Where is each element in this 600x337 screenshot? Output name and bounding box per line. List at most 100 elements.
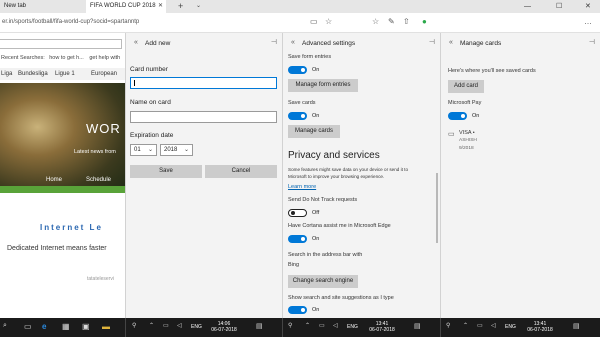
recent-label: Recent Searches:: [1, 55, 45, 61]
people-icon[interactable]: ⚲: [446, 322, 450, 329]
people-icon[interactable]: ⚲: [288, 322, 292, 329]
save-button[interactable]: Save: [130, 165, 202, 178]
task-view-icon[interactable]: ▭: [24, 322, 32, 331]
add-new-pane: « Add new ⊣ Card number Name on card Exp…: [125, 33, 282, 318]
cancel-button[interactable]: Cancel: [205, 165, 277, 178]
toggle-state: On: [312, 236, 320, 242]
hero-subtitle: Latest news from: [74, 149, 116, 155]
microsoft-pay-toggle[interactable]: [448, 112, 467, 120]
ad-source[interactable]: tatateleservi: [87, 276, 114, 282]
change-search-engine-button[interactable]: Change search engine: [288, 275, 358, 288]
chevron-down-icon: ⌄: [183, 147, 189, 153]
save-cards-label: Save cards: [288, 100, 316, 106]
clock-date: 06-07-2018: [369, 327, 395, 333]
more-menu-icon[interactable]: …: [584, 17, 592, 26]
close-tab-icon[interactable]: ✕: [158, 0, 163, 13]
language-indicator[interactable]: ENG: [347, 324, 358, 330]
address-bar: er.in/sports/football/fifa-world-cup?soc…: [0, 13, 600, 33]
people-icon[interactable]: ⚲: [132, 322, 136, 329]
recent-item[interactable]: how to get h...: [49, 55, 84, 61]
search-suggestions-label: Show search and site suggestions as I ty…: [288, 295, 394, 301]
tray-expand-icon[interactable]: ⌃: [149, 322, 154, 329]
action-center-icon[interactable]: ▤: [573, 322, 580, 330]
pane-title: Advanced settings: [302, 40, 356, 47]
clock[interactable]: 14:06 06-07-2018: [208, 321, 240, 333]
recent-item[interactable]: get help with: [89, 55, 120, 61]
clock-date: 06-07-2018: [211, 327, 237, 333]
tab-new-tab[interactable]: New tab: [0, 0, 85, 13]
name-on-card-field[interactable]: [130, 111, 277, 123]
toggle-state: On: [312, 307, 320, 313]
favorite-star-icon[interactable]: ☆: [325, 17, 332, 26]
add-card-button[interactable]: Add card: [448, 80, 484, 93]
search-icon[interactable]: ⌕: [3, 322, 7, 330]
action-center-icon[interactable]: ▤: [414, 322, 421, 330]
tray-expand-icon[interactable]: ⌃: [305, 322, 310, 329]
tab-bar: New tab FIFA WORLD CUP 2018 ✕ + ⌄ — ☐ ✕: [0, 0, 600, 13]
network-icon[interactable]: ▭: [477, 322, 483, 329]
save-cards-toggle[interactable]: [288, 112, 307, 120]
learn-more-link[interactable]: Learn more: [288, 184, 316, 190]
search-suggestions-toggle[interactable]: [288, 306, 307, 314]
site-search-input[interactable]: [0, 39, 122, 49]
tray-expand-icon[interactable]: ⌃: [463, 322, 468, 329]
recent-searches: Recent Searches: how to get h... get hel…: [1, 55, 120, 61]
tab-fifa-world-cup[interactable]: FIFA WORLD CUP 2018 ✕: [86, 0, 166, 13]
tab-title: New tab: [4, 3, 27, 9]
back-arrow-icon[interactable]: «: [449, 39, 453, 46]
store-icon[interactable]: ▦: [62, 322, 70, 331]
favorites-hub-icon[interactable]: ☆: [372, 17, 379, 26]
close-window-button[interactable]: ✕: [585, 0, 591, 13]
league-link[interactable]: Ligue 1: [55, 71, 75, 77]
share-icon[interactable]: ⇧: [403, 17, 410, 26]
pane-header: « Add new ⊣: [126, 33, 282, 53]
back-arrow-icon[interactable]: «: [291, 39, 295, 46]
clock[interactable]: 13:41 06-07-2018: [366, 321, 398, 333]
pin-icon[interactable]: ⊣: [429, 38, 435, 46]
notes-icon[interactable]: ✎: [388, 17, 395, 26]
card-number-field[interactable]: [130, 77, 277, 89]
saved-card-item[interactable]: ▭ VISA • ASHISH 9/2018: [448, 128, 528, 156]
expiration-year-select[interactable]: 2018 ⌄: [160, 144, 193, 156]
extension-icon[interactable]: ●: [422, 17, 427, 26]
clock[interactable]: 13:41 06-07-2018: [524, 321, 556, 333]
privacy-description: Some features might save data on your de…: [288, 167, 409, 172]
language-indicator[interactable]: ENG: [505, 324, 516, 330]
pane-header: « Advanced settings ⊣: [283, 33, 440, 53]
league-link[interactable]: European: [91, 71, 117, 77]
ad-title[interactable]: Internet Le: [40, 223, 103, 232]
expiration-month-select[interactable]: 01 ⌄: [130, 144, 157, 156]
do-not-track-toggle[interactable]: [288, 209, 307, 217]
league-link[interactable]: Bundesliga: [18, 71, 48, 77]
app-icon[interactable]: ▣: [82, 322, 90, 331]
edge-icon[interactable]: e: [42, 322, 46, 331]
language-indicator[interactable]: ENG: [191, 324, 202, 330]
manage-cards-button[interactable]: Manage cards: [288, 125, 340, 138]
network-icon[interactable]: ▭: [163, 322, 169, 329]
cortana-toggle[interactable]: [288, 235, 307, 243]
action-center-icon[interactable]: ▤: [256, 322, 263, 330]
volume-icon[interactable]: ◁: [177, 322, 182, 329]
back-arrow-icon[interactable]: «: [134, 39, 138, 46]
volume-icon[interactable]: ◁: [491, 322, 496, 329]
minimize-button[interactable]: —: [524, 0, 531, 13]
reading-view-icon[interactable]: ▭: [310, 17, 318, 26]
hero-nav-schedule[interactable]: Schedule: [86, 177, 111, 183]
hero-nav-home[interactable]: Home: [46, 177, 62, 183]
manage-form-entries-button[interactable]: Manage form entries: [288, 79, 358, 92]
plus-icon[interactable]: +: [178, 0, 183, 13]
pin-icon[interactable]: ⊣: [271, 38, 277, 46]
league-link[interactable]: Liga: [1, 71, 12, 77]
file-explorer-icon[interactable]: ▬: [102, 322, 110, 331]
pin-icon[interactable]: ⊣: [589, 38, 595, 46]
maximize-button[interactable]: ☐: [556, 0, 562, 13]
scrollbar[interactable]: [436, 173, 438, 243]
chevron-down-icon[interactable]: ⌄: [196, 0, 201, 13]
toggle-state: Off: [312, 210, 320, 216]
url-field[interactable]: er.in/sports/football/fifa-world-cup?soc…: [2, 19, 139, 25]
volume-icon[interactable]: ◁: [333, 322, 338, 329]
ad-text: Dedicated Internet means faster: [7, 245, 107, 252]
taskbar-3: ⚲ ⌃ ▭ ◁ ENG 13:41 06-07-2018 ▤: [441, 318, 600, 337]
save-form-entries-toggle[interactable]: [288, 66, 307, 74]
network-icon[interactable]: ▭: [319, 322, 325, 329]
